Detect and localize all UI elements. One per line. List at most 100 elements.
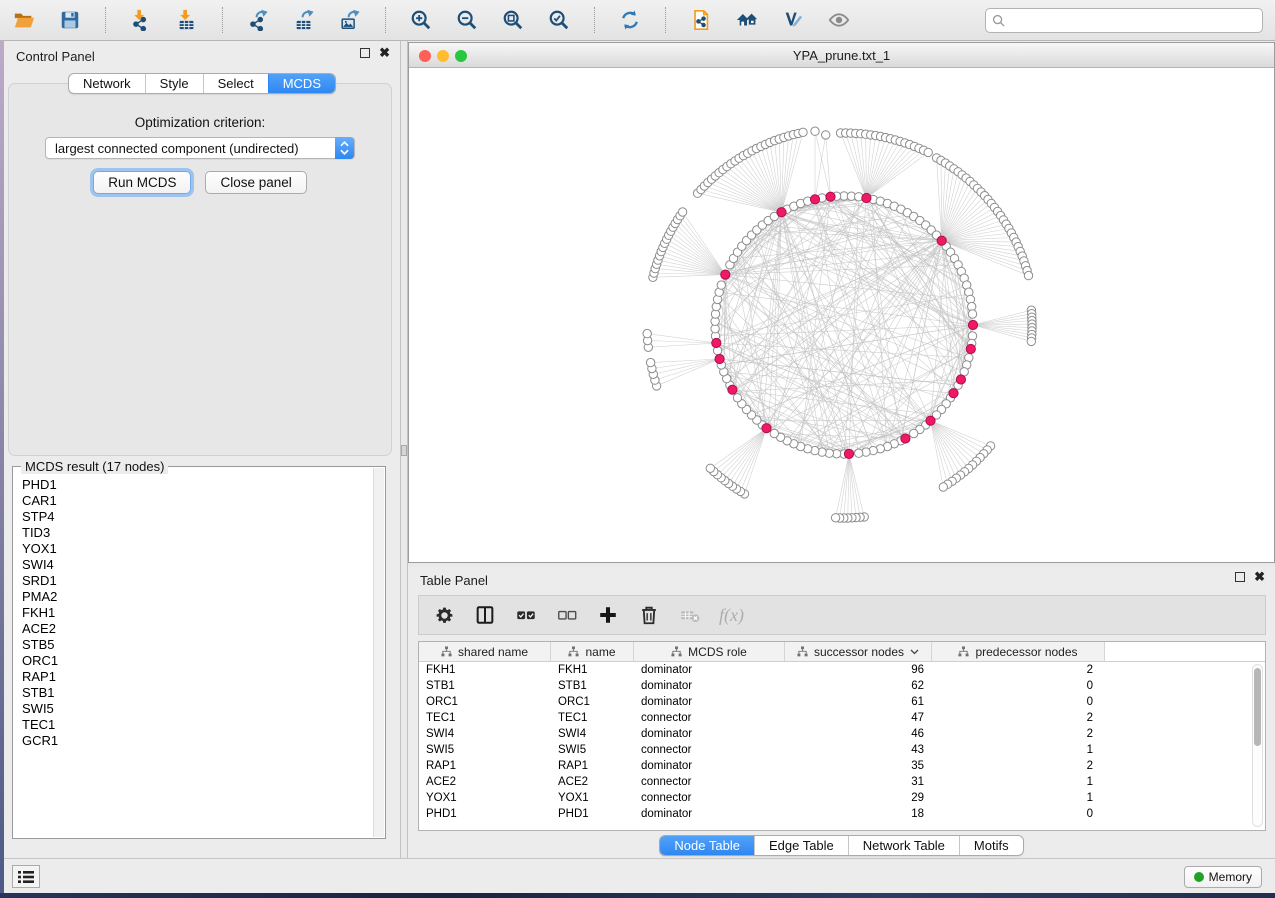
run-mcds-button[interactable]: Run MCDS [93, 171, 191, 194]
table-tabbar: Node TableEdge TableNetwork TableMotifs [659, 835, 1023, 856]
select-all-columns-button[interactable] [514, 602, 538, 628]
column-header-successor-nodes[interactable]: successor nodes [785, 642, 932, 661]
table-row[interactable]: SWI4SWI4dominator462 [419, 726, 1265, 742]
column-header-mcds-role[interactable]: MCDS role [634, 642, 785, 661]
function-builder-button[interactable]: f(x) [719, 602, 744, 628]
search-icon [992, 14, 1005, 27]
mcds-list-scrollbar[interactable] [373, 468, 384, 837]
table-options-icon [434, 605, 455, 626]
export-network-button[interactable] [246, 7, 270, 33]
mcds-result-item[interactable]: STP4 [22, 509, 372, 525]
optimization-criterion-select[interactable]: largest connected component (undirected) [45, 137, 355, 159]
open-network-document-button[interactable] [689, 7, 713, 33]
table-row[interactable]: ACE2ACE2connector311 [419, 774, 1265, 790]
mcds-result-item[interactable]: TID3 [22, 525, 372, 541]
zoom-out-button[interactable] [455, 7, 479, 33]
close-window-icon[interactable] [419, 50, 431, 62]
network-canvas[interactable] [409, 68, 1274, 562]
zoom-selected-button[interactable] [547, 7, 571, 33]
zoom-fit-button[interactable] [501, 7, 525, 33]
mcds-result-item[interactable]: SWI4 [22, 557, 372, 573]
table-row[interactable]: TEC1TEC1connector472 [419, 710, 1265, 726]
mcds-result-item[interactable]: TEC1 [22, 717, 372, 733]
search-input[interactable] [1010, 12, 1256, 28]
column-header-name[interactable]: name [551, 642, 634, 661]
mcds-result-item[interactable]: STB5 [22, 637, 372, 653]
splitter-handle[interactable] [401, 445, 407, 456]
tab-network-table[interactable]: Network Table [848, 836, 959, 855]
tab-motifs[interactable]: Motifs [959, 836, 1023, 855]
export-image-button[interactable] [338, 7, 362, 33]
tab-mcds[interactable]: MCDS [268, 74, 335, 93]
tab-edge-table[interactable]: Edge Table [754, 836, 848, 855]
select-all-columns-icon [515, 604, 537, 626]
task-history-button[interactable] [12, 865, 40, 888]
memory-button-label: Memory [1209, 870, 1252, 884]
table-row[interactable]: YOX1YOX1connector291 [419, 790, 1265, 806]
export-table-button[interactable] [292, 7, 316, 33]
table-scrollbar[interactable] [1252, 664, 1263, 827]
show-graphics-details-button[interactable] [827, 7, 851, 33]
sort-chevron-icon [910, 649, 919, 655]
tab-network[interactable]: Network [69, 74, 145, 93]
delete-columns-button[interactable] [637, 602, 661, 628]
open-file-button[interactable] [12, 7, 36, 33]
control-panel: Control Panel ✖ NetworkStyleSelectMCDS O… [4, 41, 400, 858]
table-row[interactable]: FKH1FKH1dominator962 [419, 662, 1265, 678]
table-row[interactable]: PHD1PHD1dominator180 [419, 806, 1265, 822]
close-panel-icon[interactable]: ✖ [379, 48, 390, 58]
mcds-result-item[interactable]: RAP1 [22, 669, 372, 685]
mcds-result-item[interactable]: STB1 [22, 685, 372, 701]
vertical-splitter[interactable] [400, 41, 408, 858]
mcds-result-item[interactable]: CAR1 [22, 493, 372, 509]
column-header-shared-name[interactable]: shared name [419, 642, 551, 661]
export-image-icon [339, 9, 361, 31]
float-table-panel-icon[interactable] [1235, 572, 1245, 582]
delete-table-button[interactable] [678, 602, 702, 628]
table-panel: Table Panel ✖ f(x) shared namenameMCDS r… [408, 567, 1275, 858]
table-scrollbar-thumb[interactable] [1254, 668, 1261, 746]
close-panel-button[interactable]: Close panel [205, 171, 306, 194]
table-row[interactable]: RAP1RAP1dominator352 [419, 758, 1265, 774]
tab-style[interactable]: Style [145, 74, 203, 93]
minimize-window-icon[interactable] [437, 50, 449, 62]
mcds-result-item[interactable]: SRD1 [22, 573, 372, 589]
tab-node-table[interactable]: Node Table [660, 836, 754, 855]
import-network-button[interactable] [129, 7, 153, 33]
import-table-button[interactable] [175, 7, 199, 33]
mcds-result-item[interactable]: PHD1 [22, 477, 372, 493]
application-window: Control Panel ✖ NetworkStyleSelectMCDS O… [0, 0, 1275, 898]
maximize-window-icon[interactable] [455, 50, 467, 62]
optimization-criterion-value: largest connected component (undirected) [55, 141, 299, 156]
refresh-network-button[interactable] [618, 7, 642, 33]
mcds-result-item[interactable]: SWI5 [22, 701, 372, 717]
function-builder-label: f(x) [719, 605, 744, 626]
mcds-result-item[interactable]: YOX1 [22, 541, 372, 557]
tab-select[interactable]: Select [203, 74, 268, 93]
mcds-result-item[interactable]: FKH1 [22, 605, 372, 621]
table-row[interactable]: STB1STB1dominator620 [419, 678, 1265, 694]
table-row[interactable]: SWI5SWI5connector431 [419, 742, 1265, 758]
add-column-button[interactable] [596, 602, 620, 628]
search-box[interactable] [985, 8, 1263, 33]
unselect-all-columns-button[interactable] [555, 602, 579, 628]
vizmapper-icon [782, 9, 804, 31]
close-table-panel-icon[interactable]: ✖ [1254, 572, 1265, 582]
memory-status-icon [1194, 872, 1204, 882]
zoom-in-button[interactable] [409, 7, 433, 33]
column-header-predecessor-nodes[interactable]: predecessor nodes [932, 642, 1105, 661]
mcds-result-item[interactable]: GCR1 [22, 733, 372, 749]
mcds-result-item[interactable]: ORC1 [22, 653, 372, 669]
memory-button[interactable]: Memory [1184, 866, 1262, 888]
column-layout-button[interactable] [473, 602, 497, 628]
network-overview-button[interactable] [735, 7, 759, 33]
table-row[interactable]: ORC1ORC1dominator610 [419, 694, 1265, 710]
mcds-result-item[interactable]: ACE2 [22, 621, 372, 637]
vizmapper-button[interactable] [781, 7, 805, 33]
toolbar-separator [594, 7, 595, 33]
table-options-button[interactable] [432, 602, 456, 628]
mcds-result-item[interactable]: PMA2 [22, 589, 372, 605]
float-panel-icon[interactable] [360, 48, 370, 58]
mcds-options-group: Optimization criterion: largest connecte… [8, 83, 392, 456]
save-session-button[interactable] [58, 7, 82, 33]
